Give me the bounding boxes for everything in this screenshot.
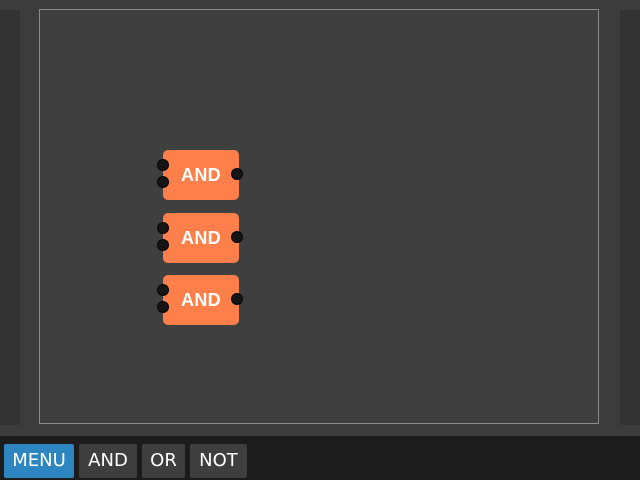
add-not-gate-button[interactable]: NOT [190, 444, 247, 478]
bottom-toolbar: MENU AND OR NOT [0, 436, 640, 480]
output-pin[interactable] [231, 168, 243, 180]
input-pin-a[interactable] [157, 284, 169, 296]
input-pin-a[interactable] [157, 159, 169, 171]
right-side-strip [620, 10, 640, 425]
gate-label: AND [181, 228, 221, 248]
input-pin-b[interactable] [157, 239, 169, 251]
gate-label: AND [181, 290, 221, 310]
and-gate-3[interactable]: AND [157, 275, 243, 325]
output-pin[interactable] [231, 293, 243, 305]
input-pin-a[interactable] [157, 222, 169, 234]
circuit-canvas[interactable]: AND AND AND [39, 9, 599, 424]
menu-button[interactable]: MENU [4, 444, 74, 478]
input-pin-b[interactable] [157, 176, 169, 188]
left-side-strip [0, 10, 20, 425]
input-pin-b[interactable] [157, 301, 169, 313]
app-window: AND AND AND MENU AND OR NOT [0, 0, 640, 480]
gate-label: AND [181, 165, 221, 185]
add-and-gate-button[interactable]: AND [79, 444, 137, 478]
output-pin[interactable] [231, 231, 243, 243]
and-gate-2[interactable]: AND [157, 213, 243, 263]
and-gate-1[interactable]: AND [157, 150, 243, 200]
add-or-gate-button[interactable]: OR [142, 444, 185, 478]
